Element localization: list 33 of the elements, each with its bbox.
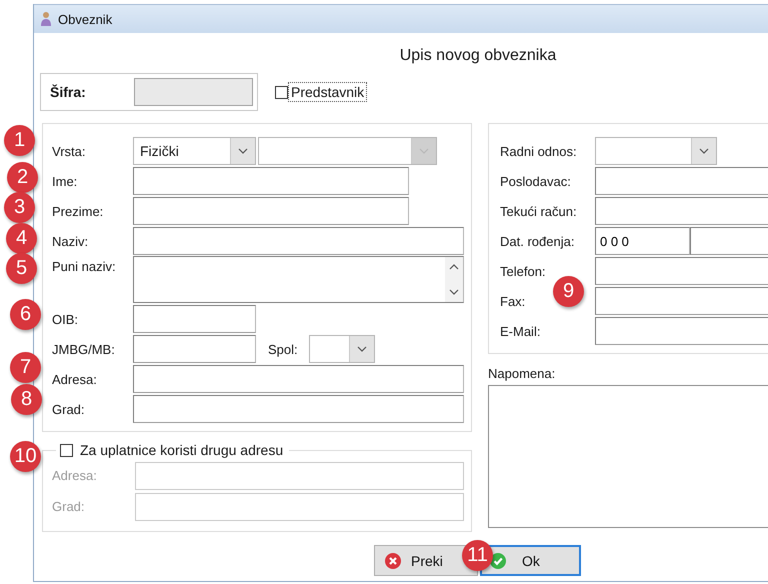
field-label: Adresa: [52, 468, 98, 483]
code-label: Šifra: [50, 84, 87, 100]
field-label: Adresa: [52, 372, 98, 386]
field-label: Telefon: [500, 264, 547, 278]
field-label: Napomena: [488, 366, 556, 381]
field-label: OIB: [52, 312, 80, 326]
field-label: E-Mail: [500, 324, 542, 338]
number-callout-tooltip: 1 [4, 125, 35, 156]
field-label: Grad: [52, 499, 86, 514]
field-label: Prezime: [52, 204, 104, 218]
field-label: Grad: [52, 402, 86, 416]
field-label: JMBG/MB: [52, 342, 116, 356]
number-callout-tooltip: 8 [11, 384, 42, 415]
field-label: Poslodavac: [500, 174, 572, 188]
field-label: Ime: [52, 174, 78, 188]
number-callout-tooltip: 3 [4, 192, 35, 223]
number-callout-tooltip: 6 [10, 299, 41, 330]
field-label: Vrsta: [52, 144, 86, 158]
field-label: Naziv: [52, 234, 90, 248]
number-callout-tooltip: 7 [10, 352, 41, 383]
number-callout-tooltip: 2 [7, 162, 38, 193]
field-label: Tekući račun: [500, 204, 578, 218]
form-heading: Upis novog obveznika [400, 47, 556, 65]
number-callout-tooltip: 10 [10, 441, 41, 472]
field-label: Puni naziv: [52, 258, 117, 274]
number-callout-tooltip: 5 [6, 253, 37, 284]
number-callout-tooltip: 4 [6, 223, 37, 254]
window-title: Obveznik [58, 12, 112, 26]
field-label: Fax: [500, 294, 526, 308]
field-label: Spol: [268, 342, 299, 356]
field-label: Radni odnos: [500, 144, 578, 158]
field-label: Dat. rođenja: [500, 234, 576, 248]
checkbox-label: Za uplatnice koristi drugu adresu [80, 442, 284, 458]
